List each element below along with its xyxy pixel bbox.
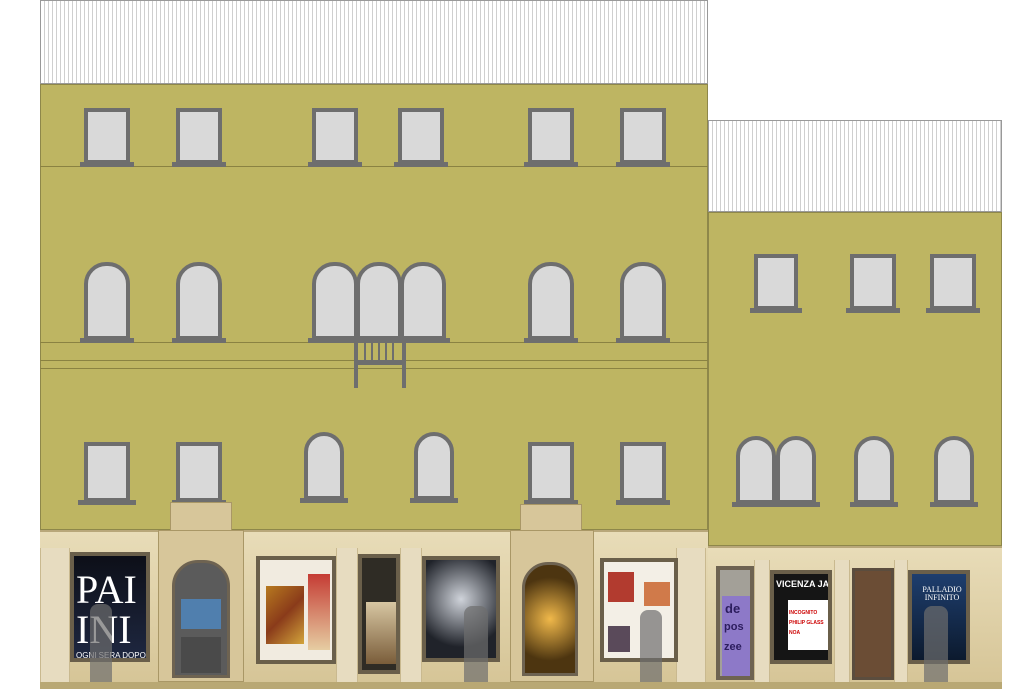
window-sill (80, 338, 134, 343)
window (620, 442, 666, 502)
street-edge (40, 682, 1002, 689)
jazz-line-2: PHILIP GLASS (789, 620, 824, 626)
window-sill (78, 500, 136, 505)
banner-text-3: zee (724, 641, 742, 653)
arched-window (528, 262, 574, 340)
poster-art (266, 586, 304, 644)
jazz-line-3: NOA (789, 630, 801, 636)
window-sill (172, 338, 226, 343)
window-sill (308, 162, 362, 167)
entrance-door (172, 560, 230, 678)
pier (754, 560, 770, 682)
window (176, 108, 222, 164)
window (528, 108, 574, 164)
annex-door (852, 568, 894, 680)
window-sill (750, 308, 802, 313)
jazz-title: VICENZA JAZZ (776, 579, 830, 589)
pier (40, 548, 70, 682)
window-sill (524, 338, 578, 343)
window-sill (300, 498, 348, 503)
poster-art (366, 602, 396, 664)
entrance-door (522, 562, 578, 676)
annex-roof (708, 120, 1002, 212)
arched-window (620, 262, 666, 340)
arched-window (312, 262, 358, 340)
window (84, 442, 130, 502)
portal-crest (520, 504, 582, 532)
pier (400, 548, 422, 682)
arched-window (356, 262, 402, 340)
window-sill (732, 502, 820, 507)
pier (894, 560, 908, 682)
arched-window (776, 436, 816, 504)
poster-art (608, 626, 630, 652)
banner-text-1: de (725, 601, 741, 616)
pedestrian-silhouette (640, 610, 662, 686)
shop-window-poster-ballet (422, 556, 500, 662)
window (528, 442, 574, 502)
arched-window (934, 436, 974, 504)
pier (676, 548, 706, 682)
window (398, 108, 444, 164)
arched-window (736, 436, 776, 504)
window-sill (616, 500, 670, 505)
main-roof (40, 0, 708, 84)
arched-window (414, 432, 454, 500)
poster-art (644, 582, 670, 606)
window-sill (524, 162, 578, 167)
shop-window-banner: de pos zee (716, 566, 754, 680)
pedestrian-silhouette (924, 606, 948, 686)
shop-window-poster-klimt (256, 556, 336, 664)
jazz-line-1: INCOGNITO (789, 610, 818, 616)
poster-art-strip (308, 574, 330, 650)
window (850, 254, 896, 310)
window (176, 442, 222, 502)
shop-window-poster-magazine (600, 558, 678, 662)
window-sill (172, 162, 226, 167)
palladio-title: PALLADIO INFINITO (922, 585, 962, 602)
window (620, 108, 666, 164)
window-sill (616, 162, 670, 167)
window-sill (80, 162, 134, 167)
window-sill (930, 502, 978, 507)
window (754, 254, 798, 310)
purple-banner: de pos zee (722, 596, 750, 676)
poster-art (608, 572, 634, 602)
window-sill (394, 162, 448, 167)
ledge-top (40, 166, 708, 167)
arched-window (304, 432, 344, 500)
pier (834, 560, 850, 682)
arched-window (854, 436, 894, 504)
pedestrian-silhouette (90, 604, 112, 684)
window-sill (846, 308, 900, 313)
window (84, 108, 130, 164)
shop-window-poster-jazz: VICENZA JAZZ INCOGNITO PHILIP GLASS NOA (770, 570, 832, 664)
pier (336, 548, 358, 682)
window-sill (850, 502, 898, 507)
window-sill (410, 498, 458, 503)
window-sill (616, 338, 670, 343)
door-glass (181, 599, 221, 629)
pedestrian-silhouette (464, 606, 488, 686)
window-sill (926, 308, 980, 313)
balcony (354, 336, 406, 388)
arched-window (84, 262, 130, 340)
balcony-railing-icon (354, 336, 406, 388)
portal-crest (170, 502, 232, 532)
jazz-card: INCOGNITO PHILIP GLASS NOA (788, 600, 828, 650)
banner-text-2: pos (724, 621, 744, 633)
window (312, 108, 358, 164)
door-panel (181, 637, 221, 673)
arched-window (400, 262, 446, 340)
window (930, 254, 976, 310)
shop-window-poster-dance (358, 554, 400, 674)
arched-window (176, 262, 222, 340)
